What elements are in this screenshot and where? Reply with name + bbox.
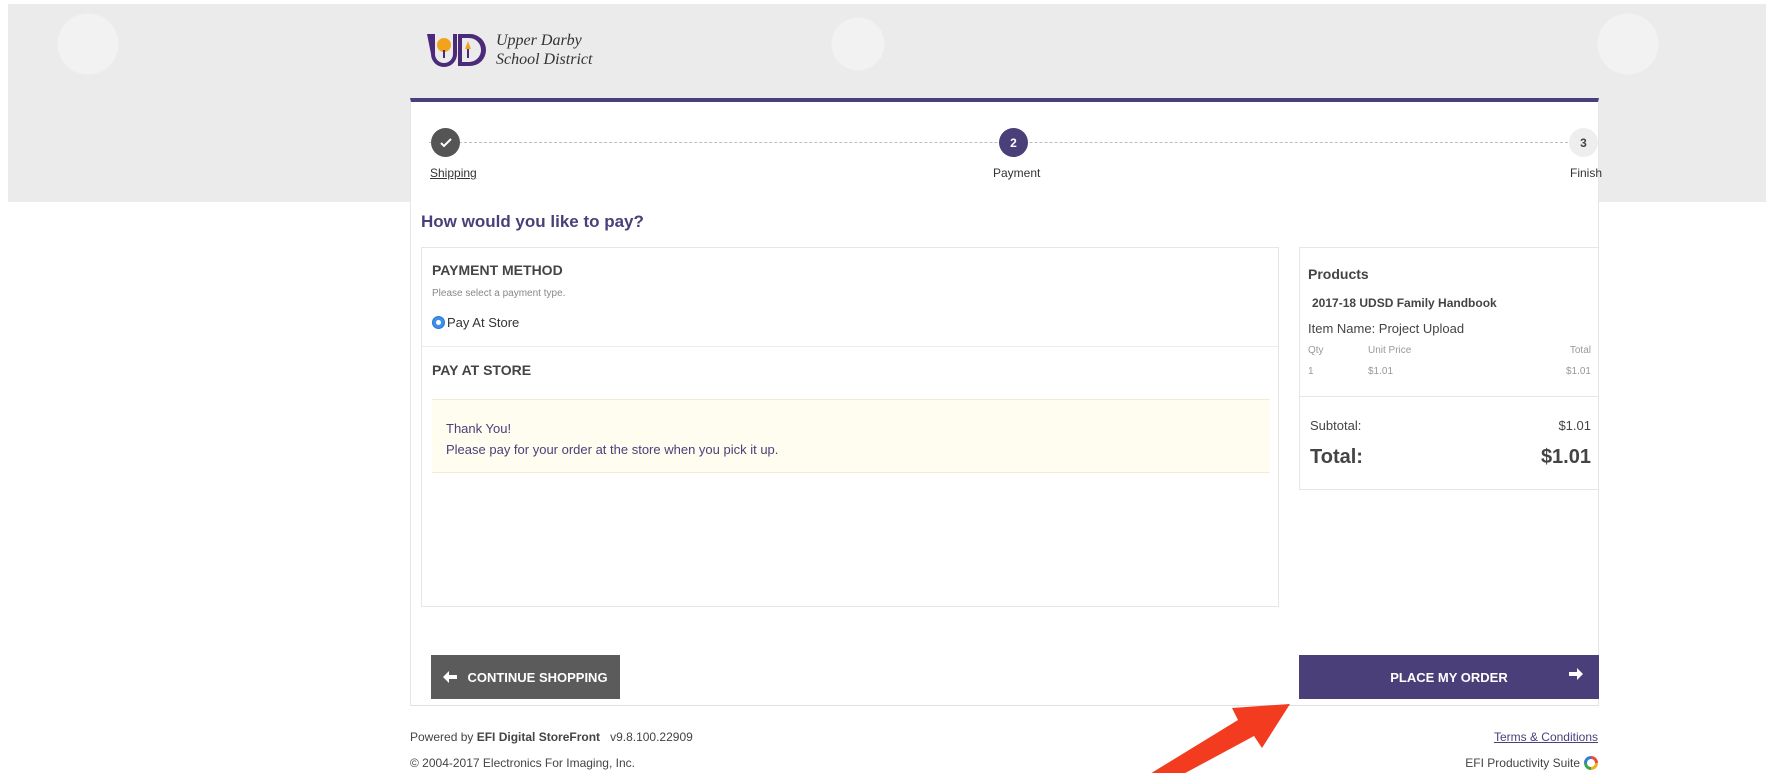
summary-item-name: Item Name: Project Upload — [1308, 321, 1465, 336]
copyright: © 2004-2017 Electronics For Imaging, Inc… — [410, 756, 635, 770]
payment-divider — [422, 346, 1278, 347]
efi-suite-label: EFI Productivity Suite — [1465, 756, 1580, 770]
terms-conditions-link[interactable]: Terms & Conditions — [1494, 730, 1598, 744]
summary-row-unit-price: $1.01 — [1368, 366, 1394, 377]
district-name: Upper Darby School District — [496, 31, 592, 69]
place-my-order-label: PLACE MY ORDER — [1390, 669, 1508, 685]
summary-products-title: Products — [1308, 266, 1369, 282]
district-logo[interactable]: Upper Darby School District — [424, 30, 592, 70]
summary-col-total: Total — [1569, 345, 1591, 356]
pay-at-store-option-label[interactable]: Pay At Store — [447, 315, 519, 330]
payment-method-title: PAYMENT METHOD — [432, 262, 563, 278]
notice-instructions: Please pay for your order at the store w… — [446, 442, 779, 457]
place-my-order-button[interactable]: PLACE MY ORDER — [1299, 655, 1599, 699]
total-value: $1.01 — [1540, 446, 1591, 468]
arrow-left-icon — [443, 671, 458, 683]
step-finish-number: 3 — [1569, 128, 1598, 157]
pay-at-store-option[interactable]: Pay At Store — [432, 315, 519, 330]
summary-col-unit-price: Unit Price — [1368, 345, 1412, 356]
district-name-line1: Upper Darby — [496, 32, 582, 49]
summary-row-qty: 1 — [1308, 366, 1314, 377]
red-arrow-annotation-icon — [1151, 704, 1290, 773]
efi-logo-icon — [1584, 756, 1598, 770]
order-summary: Products 2017-18 UDSD Family Handbook It… — [1299, 247, 1599, 490]
powered-by: Powered by EFI Digital StoreFront v9.8.1… — [410, 730, 693, 744]
step-payment-label: Payment — [993, 166, 1041, 180]
page: Upper Darby School District Shipping 2 P… — [0, 0, 1766, 773]
powered-by-brand: EFI Digital StoreFront — [476, 730, 601, 744]
summary-row-total: $1.01 — [1565, 366, 1591, 377]
notice-thank-you: Thank You! — [446, 421, 512, 436]
powered-by-prefix: Powered by — [410, 730, 477, 744]
step-shipping-label[interactable]: Shipping — [430, 166, 477, 180]
pay-at-store-radio[interactable] — [432, 316, 445, 329]
page-title: How would you like to pay? — [421, 212, 644, 231]
district-name-line2: School District — [496, 51, 593, 68]
efi-suite: EFI Productivity Suite — [1465, 756, 1598, 770]
checkout-card: Shipping 2 Payment 3 Finish How would yo… — [410, 98, 1602, 706]
subtotal-label: Subtotal: — [1310, 418, 1362, 433]
step-shipping-check-icon[interactable] — [431, 128, 460, 157]
total-label: Total: — [1310, 446, 1363, 468]
step-payment-number: 2 — [999, 128, 1028, 157]
arrow-right-icon — [1569, 668, 1583, 680]
summary-col-qty: Qty — [1308, 345, 1324, 356]
step-finish-label: Finish — [1570, 166, 1603, 180]
pay-at-store-title: PAY AT STORE — [432, 362, 532, 378]
payment-panel: PAYMENT METHOD Please select a payment t… — [421, 247, 1279, 607]
subtotal-value: $1.01 — [1558, 418, 1591, 433]
summary-product-name: 2017-18 UDSD Family Handbook — [1312, 296, 1497, 310]
summary-divider — [1300, 396, 1599, 397]
payment-method-hint: Please select a payment type. — [432, 288, 566, 299]
version: v9.8.100.22909 — [610, 730, 693, 744]
checkout-steps: Shipping 2 Payment 3 Finish — [411, 102, 1602, 192]
ud-logo-icon — [424, 30, 488, 70]
continue-shopping-label: CONTINUE SHOPPING — [467, 669, 608, 685]
continue-shopping-button[interactable]: CONTINUE SHOPPING — [431, 655, 620, 699]
pay-at-store-notice: Thank You! Please pay for your order at … — [432, 399, 1270, 473]
